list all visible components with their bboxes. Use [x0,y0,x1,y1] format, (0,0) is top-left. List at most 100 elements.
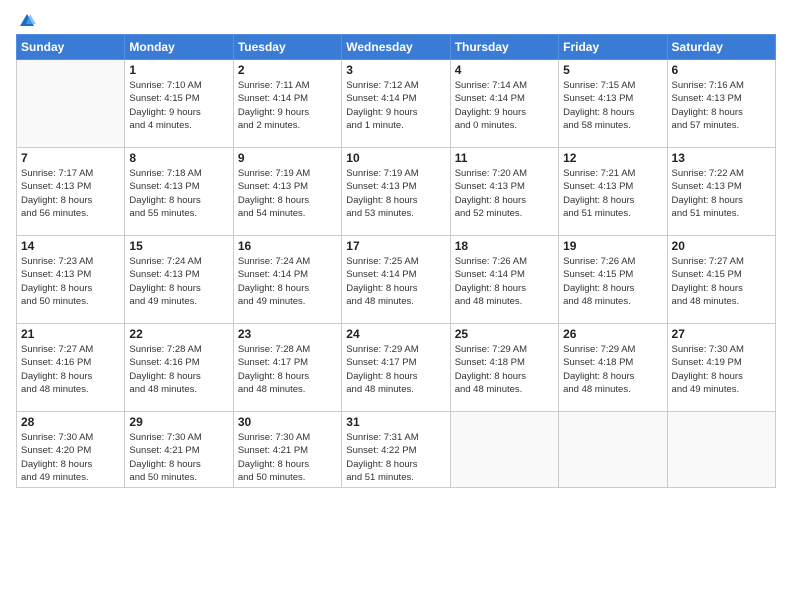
day-info: Sunrise: 7:22 AMSunset: 4:13 PMDaylight:… [672,167,771,220]
day-info: Sunrise: 7:17 AMSunset: 4:13 PMDaylight:… [21,167,120,220]
day-info: Sunrise: 7:20 AMSunset: 4:13 PMDaylight:… [455,167,554,220]
calendar-cell: 2 Sunrise: 7:11 AMSunset: 4:14 PMDaylight… [233,60,341,148]
header [16,12,776,26]
calendar-cell: 30 Sunrise: 7:30 AMSunset: 4:21 PMDayligh… [233,412,341,488]
calendar-cell [667,412,775,488]
calendar-cell: 20 Sunrise: 7:27 AMSunset: 4:15 PMDayligh… [667,236,775,324]
day-info: Sunrise: 7:16 AMSunset: 4:13 PMDaylight:… [672,79,771,132]
day-number: 28 [21,415,120,429]
week-row-1: 1 Sunrise: 7:10 AMSunset: 4:15 PMDaylight… [17,60,776,148]
day-number: 29 [129,415,228,429]
calendar-cell: 27 Sunrise: 7:30 AMSunset: 4:19 PMDayligh… [667,324,775,412]
day-info: Sunrise: 7:25 AMSunset: 4:14 PMDaylight:… [346,255,445,308]
calendar-cell: 24 Sunrise: 7:29 AMSunset: 4:17 PMDayligh… [342,324,450,412]
day-number: 15 [129,239,228,253]
day-info: Sunrise: 7:19 AMSunset: 4:13 PMDaylight:… [346,167,445,220]
day-info: Sunrise: 7:15 AMSunset: 4:13 PMDaylight:… [563,79,662,132]
calendar-cell: 23 Sunrise: 7:28 AMSunset: 4:17 PMDayligh… [233,324,341,412]
calendar-cell: 19 Sunrise: 7:26 AMSunset: 4:15 PMDayligh… [559,236,667,324]
day-number: 23 [238,327,337,341]
day-info: Sunrise: 7:24 AMSunset: 4:14 PMDaylight:… [238,255,337,308]
week-row-3: 14 Sunrise: 7:23 AMSunset: 4:13 PMDayligh… [17,236,776,324]
day-info: Sunrise: 7:21 AMSunset: 4:13 PMDaylight:… [563,167,662,220]
day-number: 9 [238,151,337,165]
calendar-cell: 7 Sunrise: 7:17 AMSunset: 4:13 PMDaylight… [17,148,125,236]
day-info: Sunrise: 7:19 AMSunset: 4:13 PMDaylight:… [238,167,337,220]
day-number: 24 [346,327,445,341]
day-number: 14 [21,239,120,253]
calendar-cell: 9 Sunrise: 7:19 AMSunset: 4:13 PMDaylight… [233,148,341,236]
calendar-cell: 26Sunrise: 7:29 AMSunset: 4:18 PMDayligh… [559,324,667,412]
logo [16,12,36,26]
day-number: 7 [21,151,120,165]
day-info: Sunrise: 7:10 AMSunset: 4:15 PMDaylight:… [129,79,228,132]
weekday-header-saturday: Saturday [667,35,775,60]
day-info: Sunrise: 7:27 AMSunset: 4:15 PMDaylight:… [672,255,771,308]
day-number: 11 [455,151,554,165]
day-number: 19 [563,239,662,253]
day-number: 30 [238,415,337,429]
day-info: Sunrise: 7:29 AMSunset: 4:18 PMDaylight:… [563,343,662,396]
day-info: Sunrise: 7:30 AMSunset: 4:20 PMDaylight:… [21,431,120,484]
day-info: Sunrise: 7:23 AMSunset: 4:13 PMDaylight:… [21,255,120,308]
calendar-cell: 31Sunrise: 7:31 AMSunset: 4:22 PMDayligh… [342,412,450,488]
day-number: 21 [21,327,120,341]
week-row-2: 7 Sunrise: 7:17 AMSunset: 4:13 PMDaylight… [17,148,776,236]
day-number: 1 [129,63,228,77]
day-info: Sunrise: 7:12 AMSunset: 4:14 PMDaylight:… [346,79,445,132]
day-info: Sunrise: 7:29 AMSunset: 4:17 PMDaylight:… [346,343,445,396]
day-info: Sunrise: 7:29 AMSunset: 4:18 PMDaylight:… [455,343,554,396]
calendar-cell: 1 Sunrise: 7:10 AMSunset: 4:15 PMDaylight… [125,60,233,148]
day-number: 8 [129,151,228,165]
day-info: Sunrise: 7:31 AMSunset: 4:22 PMDaylight:… [346,431,445,484]
day-number: 3 [346,63,445,77]
weekday-header-monday: Monday [125,35,233,60]
calendar-table: SundayMondayTuesdayWednesdayThursdayFrid… [16,34,776,488]
day-info: Sunrise: 7:28 AMSunset: 4:16 PMDaylight:… [129,343,228,396]
day-number: 25 [455,327,554,341]
calendar-cell: 14 Sunrise: 7:23 AMSunset: 4:13 PMDayligh… [17,236,125,324]
weekday-header-tuesday: Tuesday [233,35,341,60]
calendar-cell: 28 Sunrise: 7:30 AMSunset: 4:20 PMDayligh… [17,412,125,488]
day-number: 5 [563,63,662,77]
calendar-cell: 13 Sunrise: 7:22 AMSunset: 4:13 PMDayligh… [667,148,775,236]
weekday-header-row: SundayMondayTuesdayWednesdayThursdayFrid… [17,35,776,60]
day-number: 6 [672,63,771,77]
day-number: 18 [455,239,554,253]
day-info: Sunrise: 7:28 AMSunset: 4:17 PMDaylight:… [238,343,337,396]
calendar-cell: 10 Sunrise: 7:19 AMSunset: 4:13 PMDayligh… [342,148,450,236]
calendar-cell [17,60,125,148]
day-info: Sunrise: 7:30 AMSunset: 4:19 PMDaylight:… [672,343,771,396]
weekday-header-sunday: Sunday [17,35,125,60]
day-info: Sunrise: 7:11 AMSunset: 4:14 PMDaylight:… [238,79,337,132]
logo-icon [18,12,36,30]
calendar-cell: 4Sunrise: 7:14 AMSunset: 4:14 PMDaylight… [450,60,558,148]
day-info: Sunrise: 7:26 AMSunset: 4:15 PMDaylight:… [563,255,662,308]
calendar-cell [559,412,667,488]
calendar-cell: 6 Sunrise: 7:16 AMSunset: 4:13 PMDaylight… [667,60,775,148]
weekday-header-friday: Friday [559,35,667,60]
day-number: 22 [129,327,228,341]
calendar-cell: 3 Sunrise: 7:12 AMSunset: 4:14 PMDaylight… [342,60,450,148]
day-number: 13 [672,151,771,165]
week-row-5: 28 Sunrise: 7:30 AMSunset: 4:20 PMDayligh… [17,412,776,488]
day-info: Sunrise: 7:30 AMSunset: 4:21 PMDaylight:… [238,431,337,484]
day-info: Sunrise: 7:18 AMSunset: 4:13 PMDaylight:… [129,167,228,220]
day-number: 20 [672,239,771,253]
calendar-cell: 8 Sunrise: 7:18 AMSunset: 4:13 PMDaylight… [125,148,233,236]
calendar-cell: 21Sunrise: 7:27 AMSunset: 4:16 PMDayligh… [17,324,125,412]
calendar-cell: 18 Sunrise: 7:26 AMSunset: 4:14 PMDayligh… [450,236,558,324]
day-number: 12 [563,151,662,165]
day-number: 2 [238,63,337,77]
day-number: 27 [672,327,771,341]
day-number: 10 [346,151,445,165]
calendar-container: SundayMondayTuesdayWednesdayThursdayFrid… [0,0,792,612]
day-info: Sunrise: 7:14 AMSunset: 4:14 PMDaylight:… [455,79,554,132]
day-info: Sunrise: 7:26 AMSunset: 4:14 PMDaylight:… [455,255,554,308]
calendar-cell: 15Sunrise: 7:24 AMSunset: 4:13 PMDayligh… [125,236,233,324]
calendar-cell [450,412,558,488]
calendar-cell: 16 Sunrise: 7:24 AMSunset: 4:14 PMDayligh… [233,236,341,324]
calendar-cell: 11 Sunrise: 7:20 AMSunset: 4:13 PMDayligh… [450,148,558,236]
day-number: 16 [238,239,337,253]
calendar-cell: 17Sunrise: 7:25 AMSunset: 4:14 PMDayligh… [342,236,450,324]
